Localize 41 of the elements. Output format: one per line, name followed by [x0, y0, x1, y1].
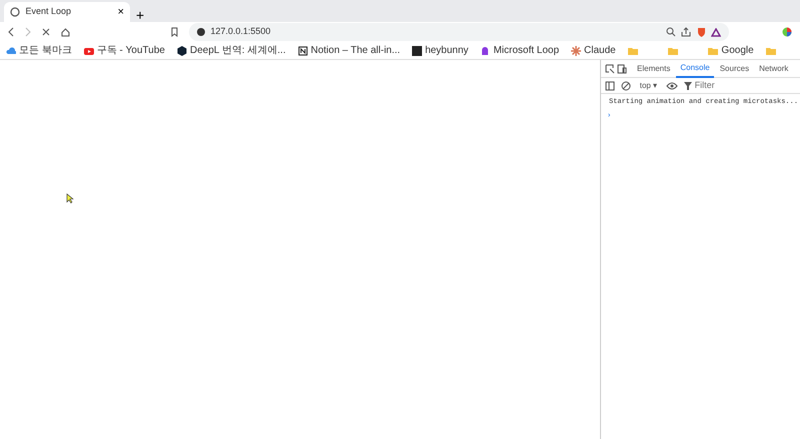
address-bar[interactable]: 127.0.0.1:5500: [189, 23, 729, 41]
tab-title: Event Loop: [26, 5, 72, 18]
bookmark-item[interactable]: Notion – The all-in...: [298, 43, 400, 58]
shield-icon[interactable]: [696, 27, 706, 37]
folder-icon: [708, 46, 718, 56]
triangle-icon[interactable]: [711, 28, 721, 36]
hexagon-icon: [176, 46, 187, 56]
cloud-icon: [6, 46, 16, 56]
share-icon[interactable]: [681, 27, 691, 37]
device-icon[interactable]: [617, 64, 627, 74]
bookmark-item[interactable]: Microsoft Loop: [480, 43, 560, 58]
sidebar-icon[interactable]: [605, 80, 615, 90]
bookmark-item[interactable]: Google: [708, 43, 754, 58]
inspect-icon[interactable]: [605, 64, 615, 74]
square-icon: [412, 46, 422, 56]
home-icon[interactable]: [61, 28, 70, 36]
bookmark-item[interactable]: 구독 - YouTube: [84, 43, 165, 58]
devtools-tab[interactable]: Network: [755, 60, 792, 78]
bookmark-item[interactable]: Claude: [571, 43, 616, 58]
notion-icon: [298, 46, 308, 56]
bookmark-item[interactable]: DeepL 번역: 세계에...: [176, 43, 286, 58]
browser-tab[interactable]: Event Loop ×: [4, 2, 130, 22]
close-tab-button[interactable]: ×: [118, 6, 124, 18]
zoom-icon[interactable]: [666, 27, 676, 37]
extension-icon[interactable]: [782, 27, 792, 37]
devtools-tab[interactable]: Elements: [633, 60, 674, 78]
bookmark-item[interactable]: heybunny: [412, 43, 468, 58]
cursor-icon: [66, 193, 74, 204]
asterisk-icon: [571, 46, 582, 56]
bookmark-item[interactable]: 모든 북마크: [6, 43, 72, 58]
clear-icon[interactable]: [621, 80, 631, 90]
new-tab-button[interactable]: +: [130, 8, 150, 22]
bookmark-icon[interactable]: [171, 27, 178, 37]
back-icon[interactable]: [8, 27, 14, 37]
stop-icon[interactable]: [42, 28, 50, 36]
context-select[interactable]: top ▾: [637, 76, 660, 94]
url-text: 127.0.0.1:5500: [210, 25, 272, 38]
play-icon: [84, 46, 94, 56]
filter-icon: [684, 82, 692, 90]
devtools-tab[interactable]: Sources: [716, 60, 754, 78]
eye-icon[interactable]: [666, 82, 678, 90]
